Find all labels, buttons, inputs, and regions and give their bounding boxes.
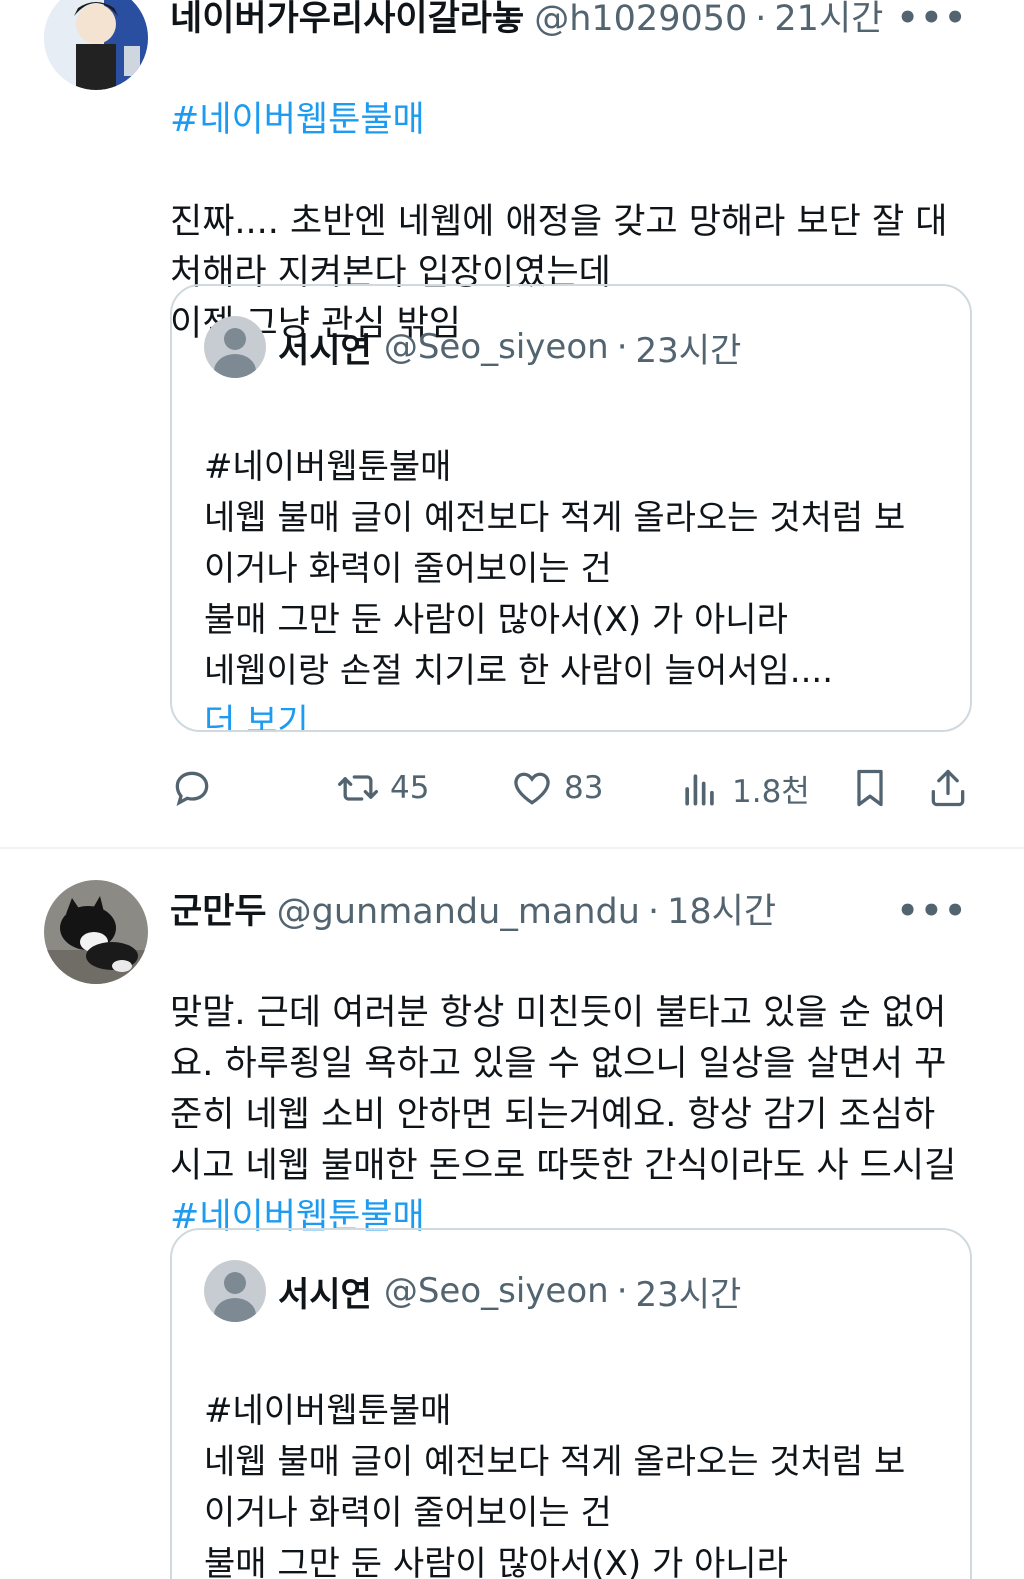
timestamp[interactable]: 21시간 [774,0,883,41]
quote-body: #네이버웹툰불매 네웹 불매 글이 예전보다 적게 올라오는 것처럼 보 이거나… [204,1391,906,1579]
separator: · [755,0,767,39]
share-icon [931,769,965,807]
reply-button[interactable] [170,766,214,810]
bookmark-icon [857,769,883,807]
quoted-tweet[interactable]: 서시연 @Seo_siyeon · 23시간 #네이버웹툰불매 네웹 불매 글이… [170,1228,972,1579]
like-icon [514,772,550,805]
separator: · [647,892,660,932]
reply-icon [175,771,209,806]
quote-timestamp: 23시간 [635,330,742,371]
quote-text: #네이버웹툰불매 네웹 불매 글이 예전보다 적게 올라오는 것처럼 보 이거나… [204,1335,944,1579]
author-handle[interactable]: @gunmandu_mandu [277,892,640,932]
retweet-button[interactable]: 45 [336,766,429,810]
views-icon [685,773,714,805]
avatar[interactable] [44,880,148,984]
quoted-tweet[interactable]: 서시연 @Seo_siyeon · 23시간 #네이버웹툰불매 네웹 불매 글이… [170,284,972,732]
quote-handle: @Seo_siyeon [383,1271,609,1311]
retweet-count: 45 [390,770,430,806]
quote-avatar [204,316,266,378]
more-icon[interactable]: ••• [897,0,968,38]
views-button[interactable]: 1.8천 [678,766,810,811]
like-button[interactable]: 83 [510,766,603,810]
separator: · [616,1271,628,1311]
like-count: 83 [564,770,604,806]
separator: · [616,327,628,367]
avatar[interactable] [44,0,148,90]
hashtag-link[interactable]: #네이버웹툰불매 [170,95,980,146]
quote-author: 서시연 [278,330,372,371]
quote-text: #네이버웹툰불매 네웹 불매 글이 예전보다 적게 올라오는 것처럼 보 이거나… [204,391,944,730]
tweet-2[interactable]: 군만두 @gunmandu_mandu · 18시간 ••• 맞말. 근데 여러… [0,849,1024,1579]
bookmark-button[interactable] [848,766,892,810]
more-icon[interactable]: ••• [897,891,968,931]
tweet-body: 맞말. 근데 여러분 항상 미친듯이 불타고 있을 순 없어 요. 하루죙일 욕… [170,993,957,1186]
quote-avatar [204,1260,266,1322]
timestamp[interactable]: 18시간 [667,883,776,934]
author-name[interactable]: 군만두 [170,883,267,934]
show-more-link[interactable]: 더 보기 [204,697,944,730]
retweet-icon [338,775,378,801]
share-button[interactable] [926,766,970,810]
quote-handle: @Seo_siyeon [383,327,609,367]
quote-author: 서시연 [278,1274,372,1315]
author-name[interactable]: 네이버가우리사이갈라놓 [170,0,524,41]
views-count: 1.8천 [732,774,810,810]
tweet-1[interactable]: 네이버가우리사이갈라놓 @h1029050 · 21시간 ••• #네이버웹툰불… [0,0,1024,848]
author-handle[interactable]: @h1029050 [534,0,747,39]
action-bar: 45 83 1.8천 [170,766,980,816]
quote-body: #네이버웹툰불매 네웹 불매 글이 예전보다 적게 올라오는 것처럼 보 이거나… [204,447,906,691]
quote-timestamp: 23시간 [635,1274,742,1315]
